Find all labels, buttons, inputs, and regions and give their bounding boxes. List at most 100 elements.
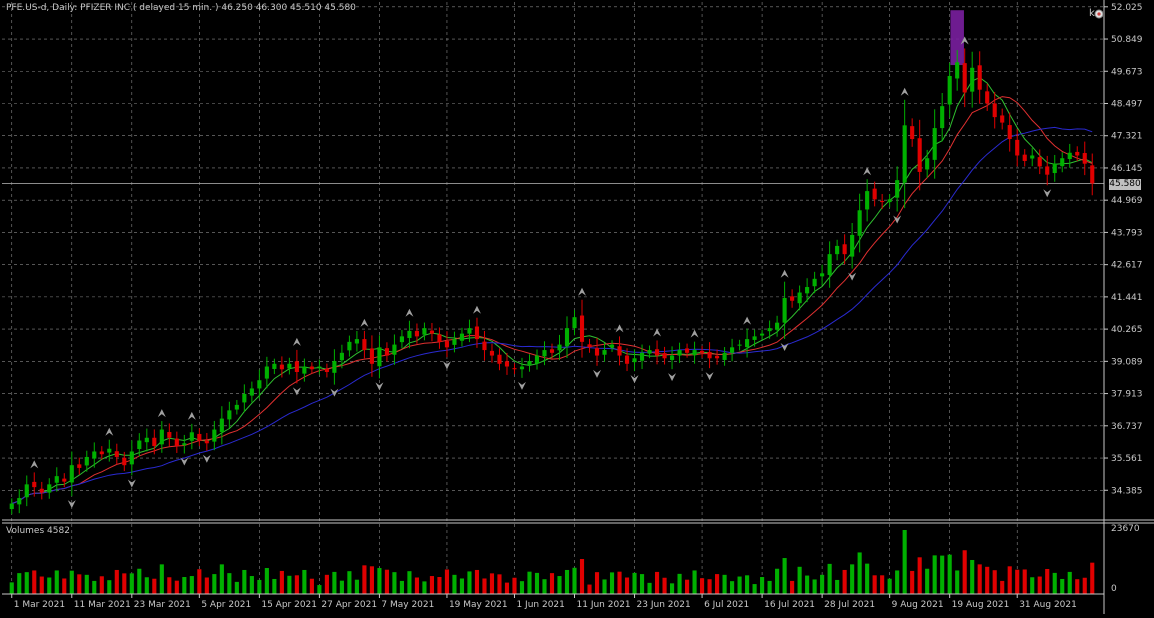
candle-body	[317, 366, 322, 368]
candle-body	[242, 393, 247, 403]
candle-body	[122, 457, 127, 466]
candle-body	[534, 355, 540, 364]
y-tick-label: 49.673	[1111, 67, 1143, 77]
volume-bar	[827, 563, 832, 594]
candle-body	[302, 366, 307, 374]
volume-bar	[437, 577, 442, 594]
candle-body	[167, 432, 172, 438]
volume-bar	[1090, 562, 1095, 594]
volume-bar	[722, 574, 727, 594]
y-tick-label: 39.089	[1111, 357, 1143, 367]
candle-body	[579, 315, 585, 342]
volume-bar	[92, 580, 97, 594]
volume-bar	[977, 564, 982, 594]
candle-body	[760, 333, 765, 336]
volume-bar	[137, 568, 142, 594]
last-price-badge: 45.580	[1109, 179, 1141, 190]
y-tick-label: 41.441	[1111, 293, 1143, 303]
x-tick-label: 9 Aug 2021	[892, 600, 944, 610]
volume-bar	[662, 577, 667, 594]
candle-body	[62, 478, 67, 482]
volume-bar	[992, 570, 997, 594]
candle-body	[264, 366, 269, 379]
volume-bar	[122, 573, 127, 594]
candle-body	[962, 63, 967, 93]
candle-body	[932, 128, 937, 160]
volume-bar	[617, 571, 622, 594]
candle-body	[707, 351, 712, 359]
candle-body	[182, 443, 187, 446]
candle-body	[872, 188, 877, 200]
candle-body	[887, 199, 892, 203]
candle-body	[309, 366, 314, 370]
candle-body	[684, 348, 690, 353]
volume-bar	[47, 577, 52, 594]
volume-bar	[24, 572, 29, 594]
volume-panel-label: Volumes 4582	[6, 526, 70, 536]
volume-bar	[557, 576, 562, 594]
candle-body	[294, 361, 299, 372]
x-tick-label: 19 May 2021	[449, 600, 508, 610]
volume-bar	[745, 575, 750, 594]
candle-body	[1022, 154, 1027, 161]
candle-body	[985, 91, 990, 104]
x-tick-label: 27 Apr 2021	[321, 600, 377, 610]
candle-body	[422, 328, 427, 335]
x-tick-label: 23 Mar 2021	[134, 600, 191, 610]
candle-body	[497, 354, 502, 364]
volume-bar	[850, 564, 855, 594]
chart-toolbox-icon[interactable]: k	[1089, 5, 1103, 19]
volume-bar	[377, 568, 382, 594]
volume-bar	[700, 578, 705, 594]
candle-body	[137, 440, 142, 450]
volume-bar	[880, 575, 885, 594]
volume-bar	[324, 574, 329, 594]
candle-body	[715, 355, 720, 359]
candle-body	[865, 191, 870, 210]
candle-body	[114, 451, 119, 457]
candle-body	[1052, 163, 1057, 174]
volume-bar	[302, 569, 307, 594]
candle-body	[1060, 158, 1065, 167]
volume-bar	[62, 578, 67, 594]
volume-bar	[467, 571, 472, 594]
volume-bar	[234, 581, 239, 594]
candle-body	[519, 366, 525, 370]
volume-bar	[279, 570, 284, 594]
x-tick-label: 11 Jun 2021	[577, 600, 631, 610]
volume-bar	[639, 574, 645, 594]
candle-body	[482, 341, 487, 351]
candle-body	[782, 298, 787, 323]
volume-bar	[970, 559, 975, 594]
volume-bar	[264, 568, 269, 594]
volume-bar	[204, 577, 209, 594]
candle-body	[354, 339, 359, 344]
candle-body	[632, 358, 637, 363]
volume-bar	[519, 581, 525, 594]
volume-bar	[782, 558, 787, 594]
volume-bar	[167, 577, 172, 594]
candle-body	[9, 503, 14, 510]
candle-body	[489, 350, 495, 356]
volume-bar	[407, 571, 412, 594]
volume-bar	[715, 574, 720, 594]
candle-body	[47, 484, 52, 493]
candle-body	[399, 336, 404, 343]
candle-body	[339, 352, 344, 361]
volume-bar	[587, 584, 592, 594]
y-tick-label: 42.617	[1111, 261, 1143, 271]
volume-bar	[542, 579, 547, 594]
chart-area[interactable]: 52.025 50.849 49.673 48.497 47.321 46.145 44.9…	[0, 0, 1154, 614]
candle-body	[1082, 153, 1087, 164]
volume-bar	[1037, 576, 1042, 594]
candle-body	[1067, 152, 1072, 160]
candle-body	[639, 352, 645, 361]
price-chart[interactable]: 52.025 50.849 49.673 48.497 47.321 46.145 44.9…	[0, 0, 1154, 614]
candle-body	[512, 368, 517, 370]
volume-bar	[669, 583, 675, 594]
volume-bar	[99, 576, 104, 594]
volume-bar	[887, 578, 892, 594]
candle-body	[54, 476, 59, 483]
volume-bar	[504, 582, 510, 594]
volume-bar	[309, 578, 314, 594]
